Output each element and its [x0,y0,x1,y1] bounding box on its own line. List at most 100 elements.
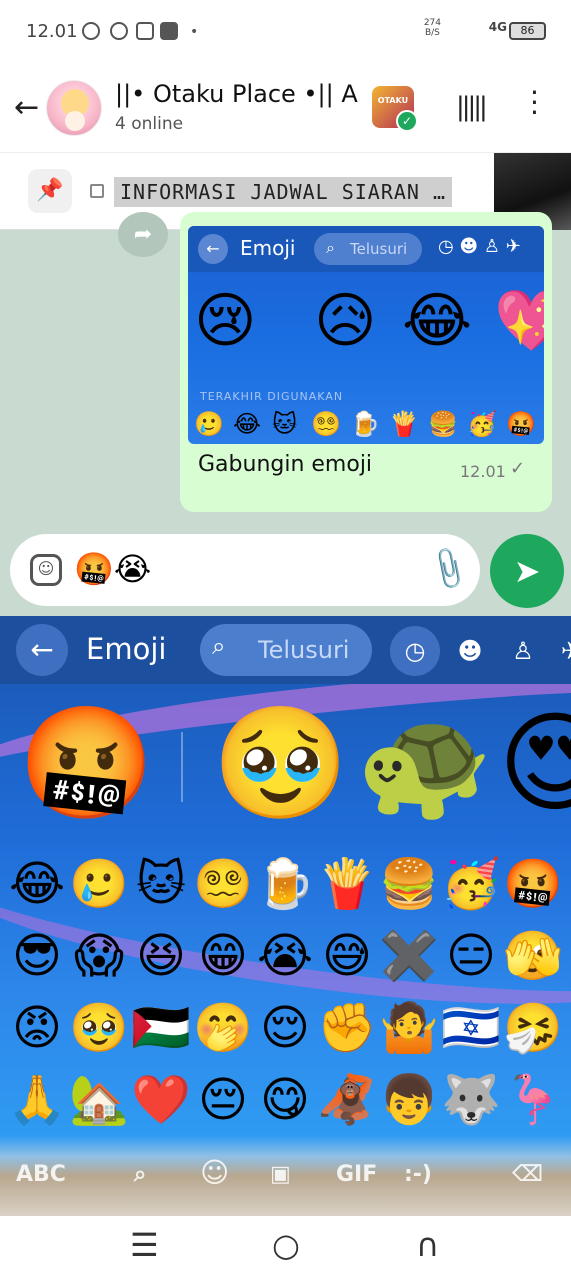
emoji-key[interactable]: ✊ [316,1000,378,1056]
pinned-message-text[interactable]: INFORMASI JADWAL SIARAN … [114,177,453,207]
emoji-key[interactable]: 😁 [192,928,254,984]
preview-emoji-label: Emoji [240,236,296,260]
network-speed: 274 B/S [423,18,441,38]
app-icon [136,22,154,40]
emoji-key[interactable]: 🥲 [68,856,130,912]
emoji-kitchen-suggestion[interactable]: 🤬 [18,698,155,828]
emoji-key[interactable]: 🍺 [254,856,316,912]
verified-check-icon: ✓ [396,110,418,132]
emoji-kitchen-suggestion[interactable]: 😍 [498,698,571,828]
more-options-icon[interactable]: · · · [530,79,539,127]
emoji-key[interactable]: ❤️ [130,1072,192,1128]
emoji-search-key-icon[interactable]: ⌕ [134,1162,146,1187]
emoji-key[interactable]: 👦 [378,1072,440,1128]
preview-category-icons: ◷ ☻ ♙ ✈ [438,236,521,257]
preview-back-icon: ← [198,234,228,264]
emoji-key[interactable]: 🤧 [502,1000,564,1056]
chat-header: ← ||• Otaku Place •|| A... 4 online OTAK… [0,64,571,152]
message-caption: Gabungin emoji [198,452,373,477]
message-image[interactable]: ← Emoji Telusuri ⌕ ◷ ☻ ♙ ✈ 😢 😥 😂 💖 TERAK… [188,226,544,444]
preview-search-icon: ⌕ [326,238,335,257]
back-arrow-icon[interactable]: ← [14,90,39,125]
emoji-key[interactable]: 🙏 [6,1072,68,1128]
recents-icon[interactable]: ☰ [130,1226,159,1264]
preview-emoji: 🥲 [194,410,224,438]
preview-emoji: 🍔 [428,410,458,438]
emoticon-key[interactable]: :-) [404,1162,432,1187]
emoji-keyboard[interactable]: ← Emoji Telusuri ⌕ ◷ ☻ ♙ ✈ 🤬 🥹 🐢 😍 😂 🥲 🐱 😵‍… [0,616,571,1216]
signal-indicator: 4G [488,20,507,34]
emoji-key[interactable]: 🤬 [502,856,564,912]
attach-icon[interactable]: 📎 [424,545,474,594]
group-title[interactable]: ||• Otaku Place •|| A... [115,80,360,108]
sticker-key-icon[interactable]: ▣ [270,1162,291,1187]
abc-key[interactable]: ABC [16,1162,66,1187]
online-count: 4 online [115,114,184,134]
emoji-key[interactable]: 🐱 [130,856,192,912]
pin-icon[interactable]: 📌 [28,169,72,213]
emoji-key[interactable]: 😵‍💫 [192,856,254,912]
emoji-key[interactable]: 🦩 [502,1072,564,1128]
emoji-key[interactable]: 🥳 [440,856,502,912]
emoji-key[interactable]: 🥹 [68,1000,130,1056]
whatsapp-icon [110,22,128,40]
recent-label: TERAKHIR DIGUNAKAN [200,390,344,403]
emoji-key[interactable]: 🐺 [440,1072,502,1128]
send-button[interactable]: ➤ [490,534,564,608]
emoji-key[interactable]: ✖️ [378,928,440,984]
emoji-key[interactable]: 😂 [6,856,68,912]
message-input[interactable]: 🤬😭 [74,550,151,588]
preview-emoji: 🥳 [467,410,497,438]
emoji-kitchen-suggestion[interactable]: 🐢 [356,698,493,828]
emoji-key[interactable]: 😡 [6,1000,68,1056]
image-icon [90,184,104,198]
message-composer[interactable]: ☺ 🤬😭 📎 [10,534,480,606]
status-time: 12.01 [26,21,78,42]
emoji-key[interactable]: 🤭 [192,1000,254,1056]
emoji-key[interactable]: 😱 [68,928,130,984]
emoji-key[interactable]: 🇮🇱 [440,1000,502,1056]
group-avatar[interactable] [46,80,102,136]
emoji-key[interactable]: 🍔 [378,856,440,912]
emoji-key-icon[interactable]: ☺ [200,1156,229,1189]
preview-emoji: 🐱 [272,410,298,438]
emoji-key[interactable]: 😔 [192,1072,254,1128]
forward-icon[interactable]: ➦ [118,212,168,257]
preview-emoji: 🍟 [389,410,419,438]
emoji-key[interactable]: 🤷 [378,1000,440,1056]
gif-key[interactable]: GIF [336,1162,377,1187]
preview-emoji: 😂 [402,286,473,356]
recent-clock-icon[interactable]: ◷ [390,626,440,676]
emoji-kitchen-suggestion[interactable]: 🥹 [212,698,349,828]
preview-emoji: 🍺 [350,410,380,438]
emoji-key[interactable]: 🫣 [502,928,564,984]
people-category-icon[interactable]: ♙ [498,626,548,676]
emoji-search-input[interactable]: Telusuri [200,624,372,676]
emoji-key[interactable]: 😋 [254,1072,316,1128]
preview-emoji: 😥 [314,286,377,356]
backspace-icon[interactable]: ⌫ [512,1162,543,1187]
emoji-key[interactable]: 😑 [440,928,502,984]
voice-chat-icon[interactable]: ||||| [456,92,488,122]
message-time: 12.01 [460,462,506,481]
more-notifications-dot: • [190,24,199,40]
emoji-key[interactable]: 😎 [6,928,68,984]
back-nav-icon[interactable]: ∩ [416,1226,439,1264]
preview-emoji: 😂 [233,410,262,438]
emoji-key[interactable]: 🇵🇸 [130,1000,192,1056]
sticker-icon[interactable]: ☺ [30,554,62,586]
emoji-key[interactable]: 🦧 [316,1072,378,1128]
emoji-key[interactable]: 🍟 [316,856,378,912]
message-bubble[interactable]: ← Emoji Telusuri ⌕ ◷ ☻ ♙ ✈ 😢 😥 😂 💖 TERAK… [180,212,552,512]
emoji-key[interactable]: 🏡 [68,1072,130,1128]
emoji-key[interactable]: 😭 [254,928,316,984]
smiley-category-icon[interactable]: ☻ [445,626,495,676]
home-icon[interactable]: ○ [272,1226,300,1264]
divider [181,732,183,802]
emoji-key[interactable]: 😅 [316,928,378,984]
emoji-key[interactable]: 😌 [254,1000,316,1056]
preview-emoji: 🤬 [506,410,536,438]
search-icon: ⌕ [212,632,226,660]
keyboard-back-icon[interactable]: ← [16,624,68,676]
emoji-key[interactable]: 😆 [130,928,192,984]
